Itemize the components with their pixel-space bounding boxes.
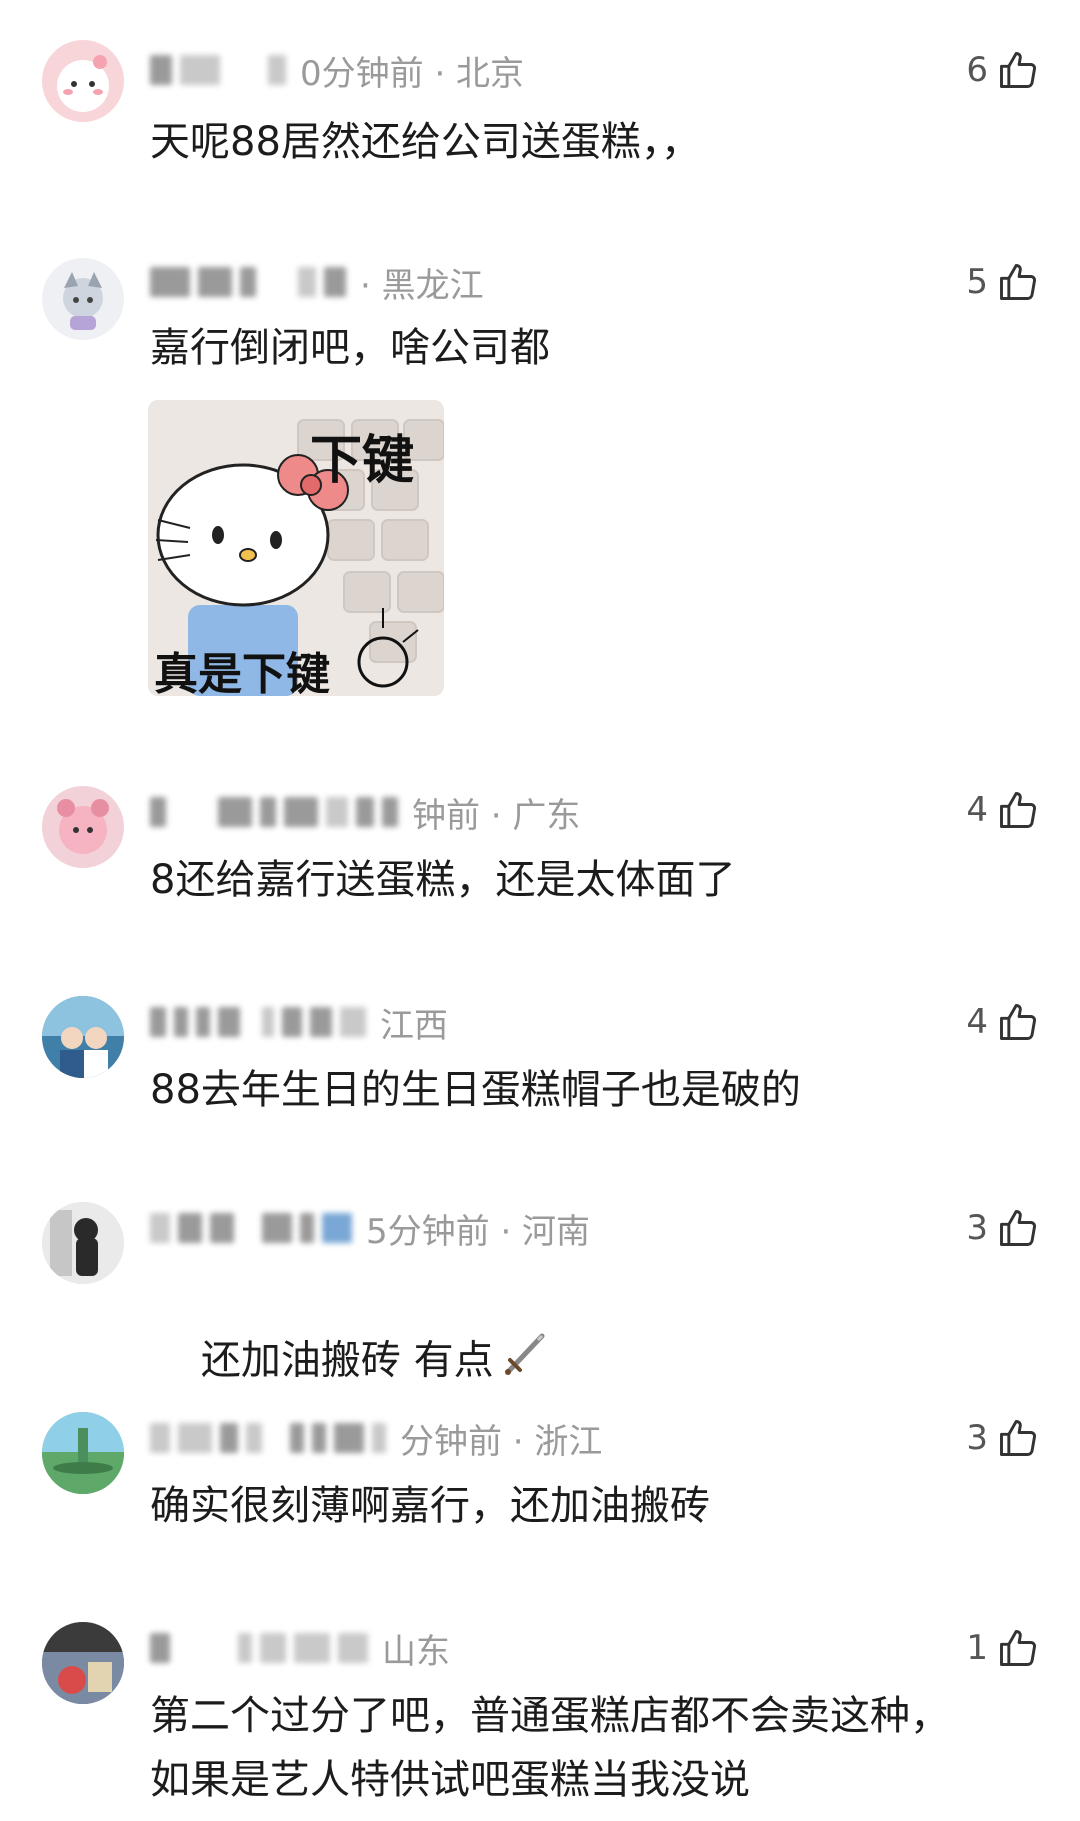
- thumbs-up-icon: [1000, 264, 1036, 300]
- like-button[interactable]: 3: [966, 1408, 1040, 1468]
- like-count: 4: [966, 1002, 988, 1042]
- like-button[interactable]: 3: [966, 1198, 1040, 1258]
- comment-meta: 钟前 · 广东: [150, 790, 581, 836]
- comment-meta: 0分钟前 · 北京: [150, 48, 525, 94]
- like-count: 5: [966, 262, 988, 302]
- sticker-top-text: 下键: [310, 431, 415, 491]
- avatar[interactable]: [42, 1202, 124, 1284]
- comment-text: 88去年生日的生日蛋糕帽子也是破的: [150, 1067, 801, 1113]
- comment-time-location: 分钟前 · 浙江: [400, 1421, 603, 1462]
- avatar[interactable]: [42, 786, 124, 868]
- like-count: 4: [966, 790, 988, 830]
- thumbs-up-icon: [1000, 1630, 1036, 1666]
- comment-meta: 5分钟前 · 河南: [150, 1206, 591, 1252]
- comment-time-location: 江西: [380, 1005, 448, 1046]
- comment-text: 第二个过分了吧，普通蛋糕店都不会卖这种， 如果是艺人特供试吧蛋糕当我没说: [150, 1693, 950, 1803]
- comment-time-location: 5分钟前 · 河南: [366, 1211, 591, 1252]
- thumbs-up-icon: [1000, 52, 1036, 88]
- thumbs-up-icon: [1000, 792, 1036, 828]
- avatar[interactable]: [42, 1412, 124, 1494]
- like-button[interactable]: 6: [966, 40, 1040, 100]
- comment-meta: · 黑龙江: [150, 260, 484, 306]
- comment-time-location: · 黑龙江: [360, 265, 484, 306]
- comment-text: 天呢88居然还给公司送蛋糕，，: [150, 119, 701, 165]
- sticker-bottom-text: 真是下键: [154, 649, 330, 696]
- avatar[interactable]: [42, 40, 124, 122]
- comment-meta: 江西: [150, 1000, 448, 1046]
- like-button[interactable]: 5: [966, 252, 1040, 312]
- avatar[interactable]: [42, 1622, 124, 1704]
- comment-time-location: 0分钟前 · 北京: [300, 53, 525, 94]
- comment-text: 确实很刻薄啊嘉行，还加油搬砖: [150, 1483, 710, 1529]
- comment-meta: 分钟前 · 浙江: [150, 1416, 603, 1462]
- like-button[interactable]: 1: [966, 1618, 1040, 1678]
- comment-time-location: 山东: [382, 1631, 450, 1672]
- sticker-image[interactable]: 下键 真是下键: [148, 400, 444, 696]
- comment-text-content: 还加油搬砖 有点: [200, 1337, 494, 1384]
- like-count: 1: [966, 1628, 988, 1668]
- comment-time-location: 钟前 · 广东: [412, 795, 581, 836]
- like-count: 3: [966, 1418, 988, 1458]
- thumbs-up-icon: [1000, 1210, 1036, 1246]
- like-count: 6: [966, 50, 988, 90]
- like-button[interactable]: 4: [966, 780, 1040, 840]
- avatar[interactable]: [42, 996, 124, 1078]
- thumbs-up-icon: [1000, 1004, 1036, 1040]
- like-count: 3: [966, 1208, 988, 1248]
- thumbs-up-icon: [1000, 1420, 1036, 1456]
- like-button[interactable]: 4: [966, 992, 1040, 1052]
- sword-emoji-icon: [500, 1328, 550, 1397]
- comment-meta: 山东: [150, 1626, 450, 1672]
- comment-text: 嘉行倒闭吧，啥公司都: [150, 325, 550, 371]
- avatar[interactable]: [42, 258, 124, 340]
- comment-text: 8还给嘉行送蛋糕，还是太体面了: [150, 857, 736, 903]
